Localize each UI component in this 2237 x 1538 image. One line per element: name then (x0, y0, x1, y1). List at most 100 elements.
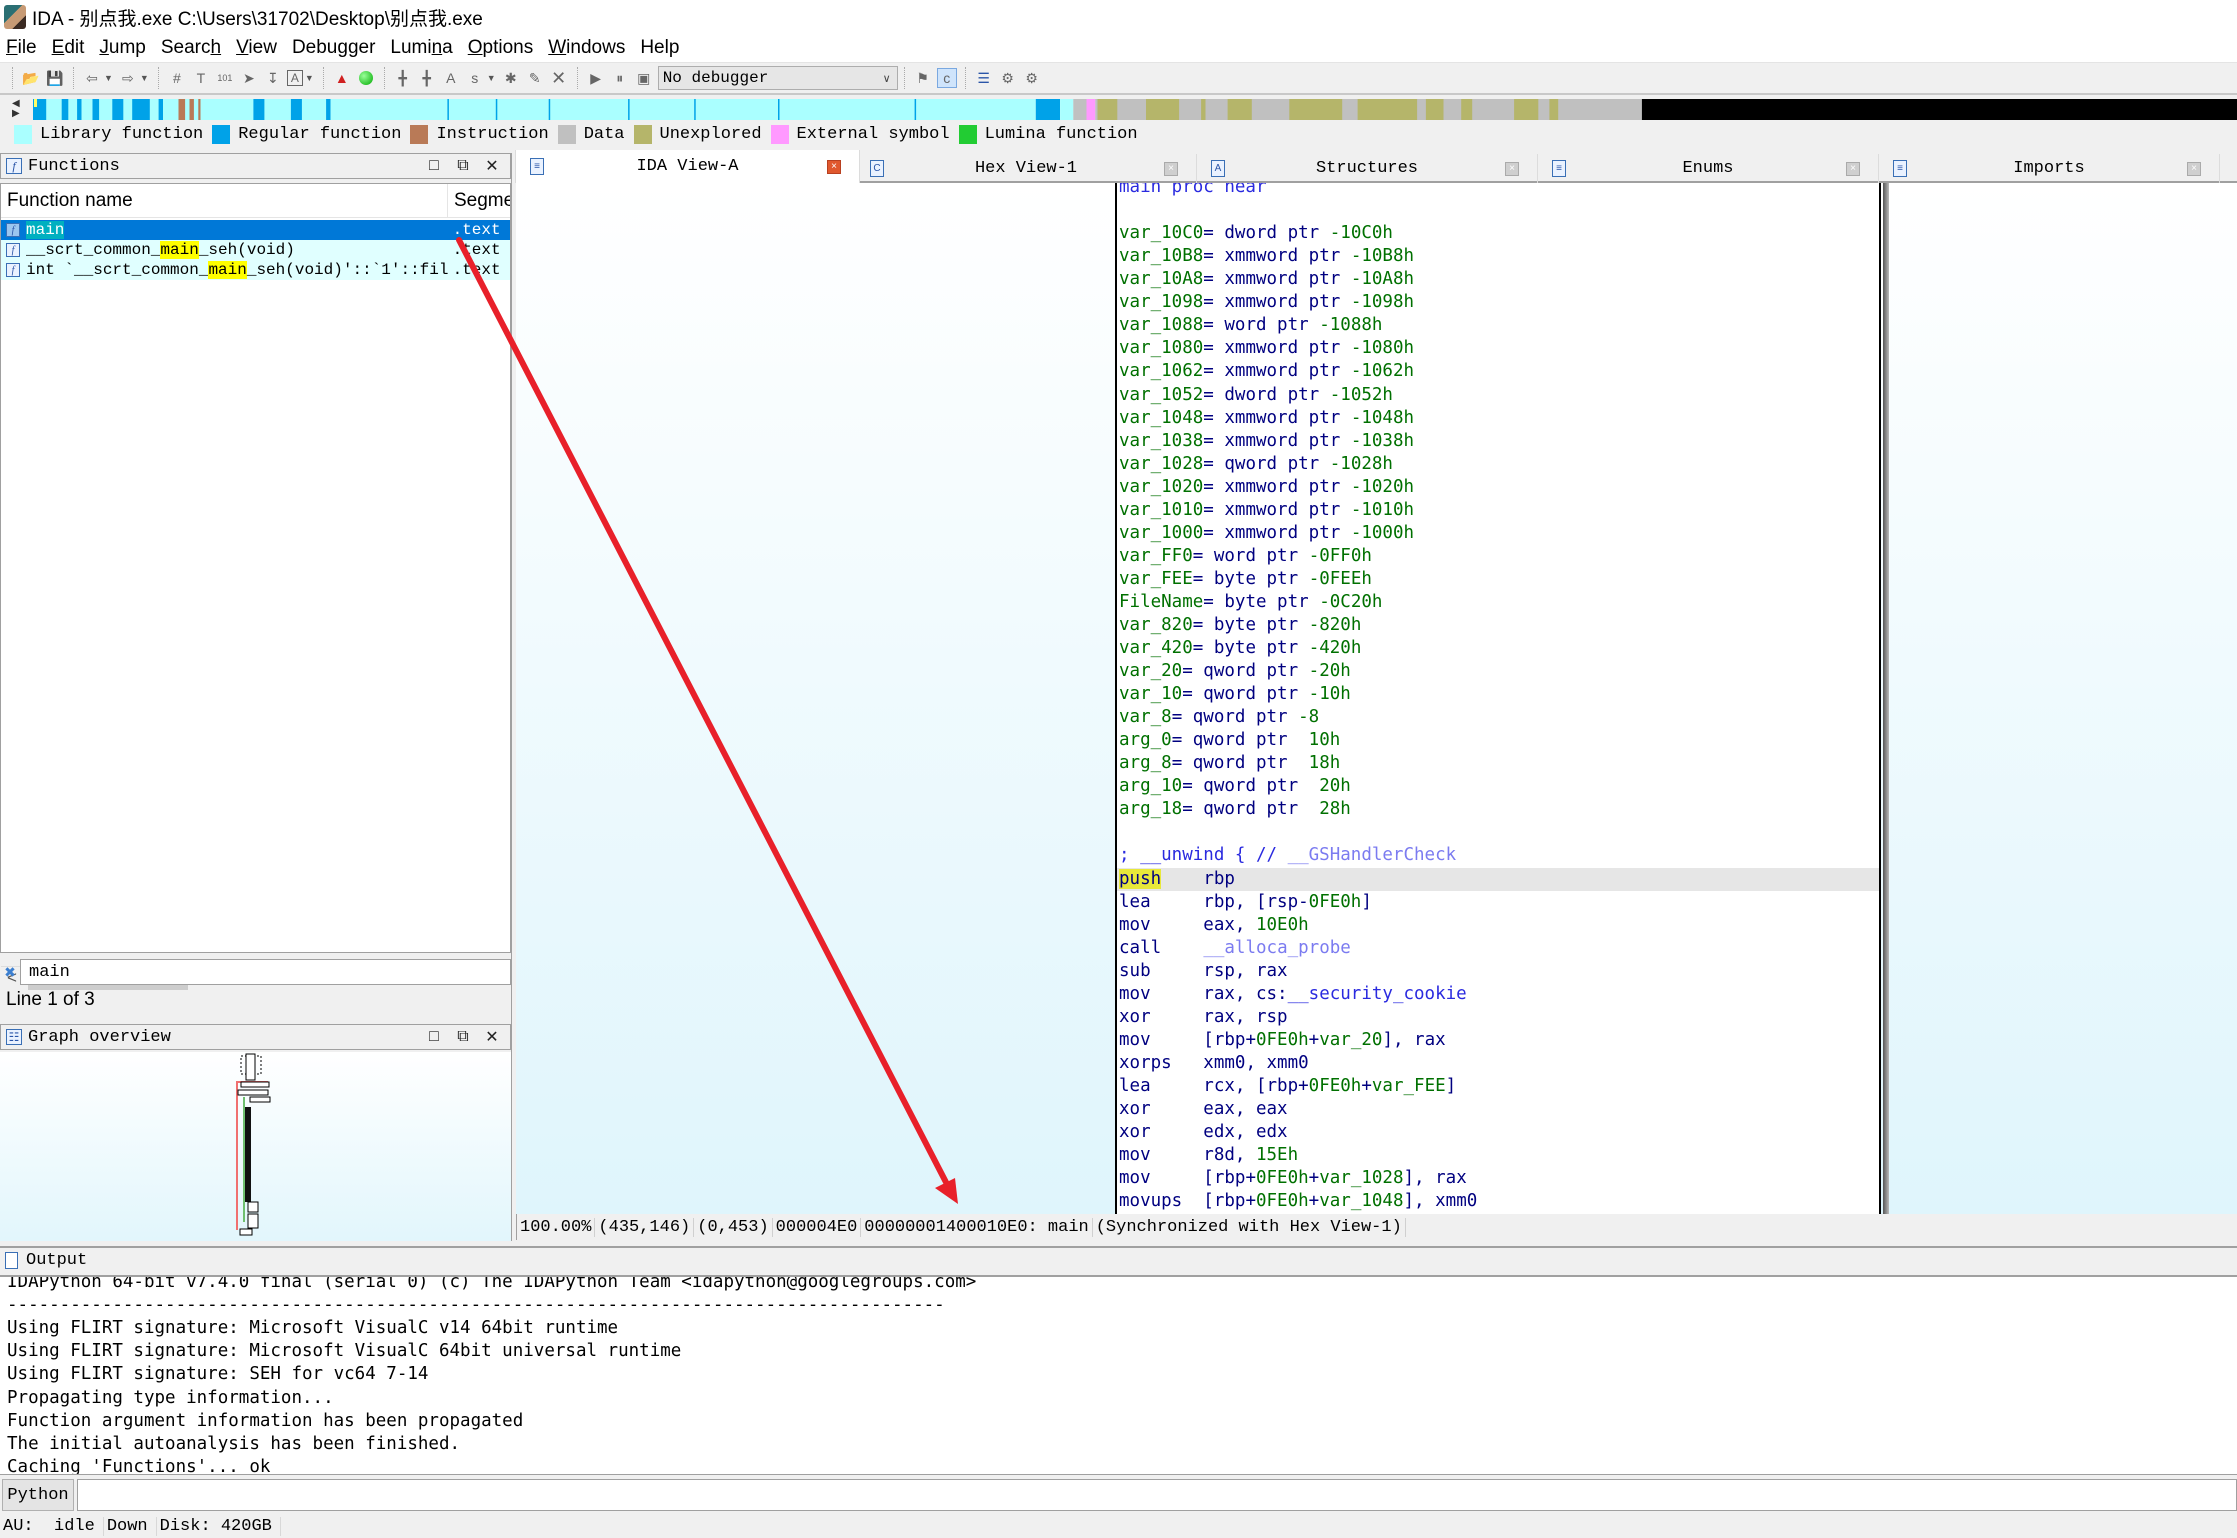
stack-var-line[interactable]: var_FF0= word ptr -0FF0h (1119, 545, 1372, 568)
nav-segment-regular[interactable] (290, 99, 302, 120)
search-immediate-icon[interactable]: 101 (215, 68, 235, 88)
close-tab-icon[interactable]: × (1846, 161, 1860, 176)
stack-var-line[interactable]: arg_8= qword ptr 18h (1119, 752, 1340, 775)
menu-options[interactable]: Options (468, 37, 533, 59)
nav-segment-unexplored[interactable] (1289, 99, 1343, 120)
instruction-line[interactable]: lea rbp, [rsp-0FE0h] (1119, 891, 1372, 914)
instruction-line[interactable]: mov eax, 10E0h (1119, 914, 1309, 937)
nav-segment-regular[interactable] (548, 99, 551, 120)
close-icon[interactable]: ✕ (481, 156, 503, 176)
tab-ida-view-a[interactable]: ≡ IDA View-A × (515, 150, 860, 183)
instruction-line[interactable]: mov [rbp+0FE0h+var_1028], rax (1119, 1167, 1467, 1190)
stack-var-line[interactable]: var_1080= xmmword ptr -1080h (1119, 337, 1414, 360)
column-header-function-name[interactable]: Function name (1, 184, 448, 218)
stack-var-line[interactable]: var_FEE= byte ptr -0FEEh (1119, 568, 1372, 591)
nav-segment-unexplored[interactable] (1201, 99, 1206, 120)
instruction-line[interactable]: movups [rbp+0FE0h+var_1048], xmm0 (1119, 1190, 1477, 1213)
instruction-line[interactable]: push rbp (1117, 867, 1879, 891)
instruction-line[interactable]: xor rax, rsp (1119, 1006, 1288, 1029)
nav-segment-regular[interactable] (447, 99, 449, 120)
disassembly-listing[interactable]: main proc near var_10C0= dword ptr -10C0h… (1115, 183, 1881, 1214)
menu-view[interactable]: View (236, 37, 277, 59)
tab-structures[interactable]: A Structures × (1197, 154, 1538, 183)
stack-var-line[interactable]: var_1000= xmmword ptr -1000h (1119, 522, 1414, 545)
menu-help[interactable]: Help (640, 37, 679, 59)
stack-var-line[interactable]: var_10A8= xmmword ptr -10A8h (1119, 268, 1414, 291)
code-icon[interactable]: ╋ (393, 68, 413, 88)
search-text-icon[interactable]: T (191, 68, 211, 88)
nav-segment-regular[interactable] (77, 99, 82, 120)
close-tab-icon[interactable]: × (827, 159, 841, 174)
nav-segment-regular[interactable] (914, 99, 917, 120)
nav-segment-regular[interactable] (326, 99, 331, 120)
sync-icon[interactable]: c (936, 68, 957, 88)
nav-segment-unexplored[interactable] (1357, 99, 1418, 120)
tab-hex-view-1[interactable]: C Hex View-1 × (856, 154, 1197, 183)
struct-icon[interactable]: s (465, 68, 485, 88)
maximize-icon[interactable]: □ (423, 157, 445, 175)
stack-var-line[interactable]: var_1098= xmmword ptr -1098h (1119, 291, 1414, 314)
function-list-item[interactable]: f main .text (1, 220, 510, 240)
stack-var-line[interactable]: var_1048= xmmword ptr -1048h (1119, 407, 1414, 430)
instruction-line[interactable]: xorps xmm0, xmm0 (1119, 1052, 1309, 1075)
stack-var-line[interactable]: var_1088= word ptr -1088h (1119, 314, 1382, 337)
data-icon[interactable]: ╋ (417, 68, 437, 88)
stack-var-line[interactable]: var_1028= qword ptr -1028h (1119, 453, 1393, 476)
nav-segment-instruction[interactable] (178, 99, 186, 120)
maximize-icon[interactable]: □ (423, 1028, 445, 1046)
close-tab-icon[interactable]: × (1164, 161, 1178, 176)
unhide-icon[interactable]: ✱ (501, 68, 521, 88)
ascii-icon[interactable]: A (441, 68, 461, 88)
close-icon[interactable]: ✕ (481, 1027, 503, 1047)
instruction-line[interactable]: mov rax, cs:__security_cookie (1119, 983, 1467, 1006)
navigation-strip[interactable] (33, 99, 2237, 120)
open-icon[interactable]: 📂 (21, 68, 41, 88)
nav-segment-unexplored[interactable] (1514, 99, 1539, 120)
stack-var-line[interactable]: var_10= qword ptr -10h (1119, 683, 1351, 706)
unwind-comment-line[interactable]: ; __unwind { // __GSHandlerCheck (1119, 844, 1456, 867)
instruction-line[interactable]: xor eax, eax (1119, 1098, 1288, 1121)
jump-down-icon[interactable]: ↧ (263, 68, 283, 88)
instruction-line[interactable]: lea rcx, [rbp+0FE0h+var_FEE] (1119, 1075, 1456, 1098)
nav-segment-unexplored[interactable] (1461, 99, 1473, 120)
forward-dropdown-icon[interactable]: ▼ (140, 73, 149, 83)
nav-band-arrows-icon[interactable]: ◀ ▶ (12, 99, 20, 119)
instruction-line[interactable]: sub rsp, rax (1119, 960, 1288, 983)
stack-var-line[interactable]: var_820= byte ptr -820h (1119, 614, 1361, 637)
menu-lumina[interactable]: Lumina (390, 37, 452, 59)
stack-var-line[interactable]: var_8= qword ptr -8 (1119, 706, 1319, 729)
nav-segment-unexplored[interactable] (1549, 99, 1559, 120)
functions-filter-input[interactable]: main (20, 959, 511, 985)
ida-view-a[interactable]: main proc near var_10C0= dword ptr -10C0h… (516, 183, 2237, 1214)
nav-segment-unexplored[interactable] (1097, 99, 1118, 120)
close-tab-icon[interactable]: × (2187, 161, 2201, 176)
pause-icon[interactable]: ⏸ (610, 68, 630, 88)
struct-dropdown-icon[interactable]: ▼ (487, 73, 496, 83)
nav-segment-regular[interactable] (92, 99, 100, 120)
nav-segment-regular[interactable] (628, 99, 630, 120)
proc-header-line[interactable]: main proc near (1119, 183, 1267, 199)
float-icon[interactable]: ⧉ (452, 1028, 474, 1046)
nav-segment-external[interactable] (1086, 99, 1096, 120)
nav-segment-regular[interactable] (694, 99, 696, 120)
format-dropdown-icon[interactable]: ▼ (305, 73, 314, 83)
stop-icon[interactable]: ▣ (634, 68, 654, 88)
stack-var-line[interactable]: var_1052= dword ptr -1052h (1119, 384, 1393, 407)
graph-overview-canvas[interactable] (0, 1052, 511, 1241)
output-log[interactable]: IDAPython 64-bit v7.4.0 final (serial 0)… (0, 1275, 2237, 1475)
navigation-band[interactable]: ◀ ▶ (0, 93, 2237, 123)
stack-var-line[interactable]: var_10B8= xmmword ptr -10B8h (1119, 245, 1414, 268)
menu-jump[interactable]: Jump (99, 37, 145, 59)
stack-var-line[interactable]: var_20= qword ptr -20h (1119, 660, 1351, 683)
back-icon[interactable]: ⇦ (82, 68, 102, 88)
nav-segment-regular[interactable] (158, 99, 163, 120)
graph-thumbnail[interactable] (0, 1052, 511, 1241)
search-binary-icon[interactable]: # (167, 68, 187, 88)
stack-var-line[interactable]: var_1010= xmmword ptr -1010h (1119, 499, 1414, 522)
nav-segment-regular[interactable] (112, 99, 124, 120)
stack-var-line[interactable]: arg_10= qword ptr 20h (1119, 775, 1351, 798)
back-dropdown-icon[interactable]: ▼ (104, 73, 113, 83)
nav-segment-unexplored[interactable] (1227, 99, 1252, 120)
search-next-icon[interactable]: ➤ (239, 68, 259, 88)
tab-imports[interactable]: ≡ Imports × (1879, 154, 2220, 183)
